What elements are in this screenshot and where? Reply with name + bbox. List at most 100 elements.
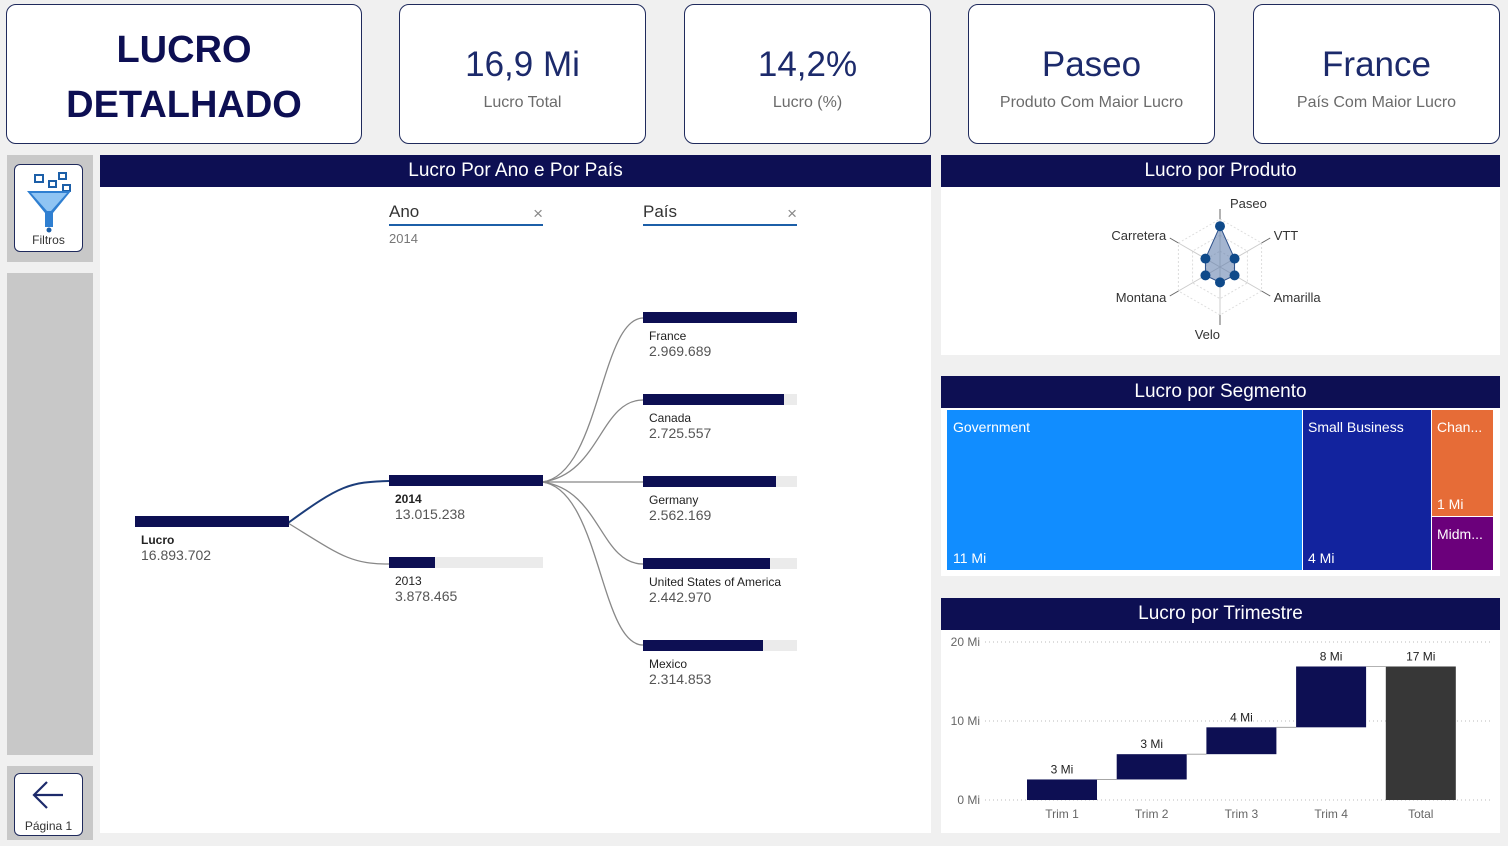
node-label: United States of America [649,575,782,589]
treemap-tile-government[interactable]: Government 11 Mi [947,410,1302,570]
title-card: LUCRO DETALHADO [6,4,362,144]
filters-button[interactable]: Filtros [14,164,83,252]
kpi-value: 16,9 Mi [465,45,580,84]
node-bar-fill [643,640,764,651]
node-label: 2013 [395,574,422,588]
radar-title: Lucro por Produto [941,155,1500,187]
decomposition-tree-panel: Lucro Por Ano e Por País Ano × 2014 País… [100,155,931,833]
radar-axis-label: Montana [1116,290,1167,305]
radar-point-2 [1229,270,1240,281]
tree-node-root[interactable]: Lucro 16.893.702 [135,516,289,563]
radar-label-leader-1 [1261,237,1271,244]
wf-bar-trim-2 [1116,754,1187,780]
node-bar-track [643,394,797,405]
node-value: 2.969.689 [649,343,712,359]
node-value: 13.015.238 [395,506,466,522]
wf-bar-total [1385,666,1456,800]
radar-point-1 [1229,253,1240,264]
radar-point-0 [1215,221,1225,232]
treemap-title: Lucro por Segmento [941,376,1500,408]
kpi-card-lucro-total: 16,9 Mi Lucro Total [399,4,646,144]
kpi-value: 14,2% [757,45,858,84]
node-bar-track [643,558,797,569]
radar-point-3 [1215,277,1225,288]
node-label: Germany [649,493,699,507]
node-value: 2.562.169 [649,507,712,523]
treemap-tile-midmarket[interactable]: Midm... [1432,517,1493,570]
tree-node-country-united-states-of-america[interactable]: United States of America 2.442.970 [643,558,797,605]
filter-funnel-icon [27,172,71,233]
page-title-line1: LUCRO [116,29,252,71]
tile-label: Chan... [1437,419,1483,435]
kpi-value: Paseo [1041,45,1142,84]
node-bar-track [643,640,797,651]
segment-treemap-panel: Lucro por Segmento Government 11 Mi Smal… [941,376,1500,576]
node-value: 2.314.853 [649,671,712,687]
tree-node-country-germany[interactable]: Germany 2.562.169 [643,476,797,523]
node-value: 2.442.970 [649,589,712,605]
kpi-label: Lucro Total [483,94,562,111]
back-to-page1-button[interactable]: Página 1 [14,773,83,836]
node-label: Canada [649,411,692,425]
radar-axis-label: Paseo [1230,196,1267,211]
kpi-label: Produto Com Maior Lucro [999,94,1184,111]
wf-bar-trim-1 [1027,779,1097,800]
wf-xtick-label: Trim 1 [1045,807,1079,821]
node-bar-track [135,516,289,527]
kpi-card-top-product: Paseo Produto Com Maior Lucro [968,4,1215,144]
radar-axis-label: VTT [1274,228,1299,243]
radar-point-4 [1200,270,1211,281]
wf-data-label: 17 Mi [1406,649,1435,663]
node-label: Lucro [141,533,175,547]
node-bar-fill [135,516,289,527]
tree-node-country-mexico[interactable]: Mexico 2.314.853 [643,640,797,687]
tree-node-country-france[interactable]: France 2.969.689 [643,312,797,359]
tree-node-year-2014[interactable]: 2014 13.015.238 [389,475,543,522]
wf-xtick-label: Trim 2 [1135,807,1169,821]
radar-axis-label: Velo [1195,327,1220,342]
treemap-tile-channel-partners[interactable]: Chan... 1 Mi [1432,410,1493,516]
tile-value: 1 Mi [1437,496,1464,512]
product-radar-panel: Lucro por Produto Paseo VTT Amarilla Velo Mo… [941,155,1500,355]
treemap-tile-small-business[interactable]: Small Business 4 Mi [1303,410,1431,570]
wf-xtick-label: Trim 3 [1225,807,1259,821]
node-bar-fill [643,394,785,405]
node-bar-fill [643,476,776,487]
radar-point-5 [1200,253,1211,264]
node-value: 3.878.465 [395,588,458,604]
node-bar-fill [643,558,770,569]
sidebar: Filtros Página 1 [7,155,93,840]
sidebar-spacer [7,273,93,755]
page1-label: Página 1 [24,819,73,833]
radar-chart: Paseo VTT Amarilla Velo Montana Carretera [1111,196,1321,342]
node-value: 2.725.557 [649,425,712,441]
node-bar-track [389,557,543,568]
kpi-card-top-country: France País Com Maior Lucro [1253,4,1500,144]
radar-label-leader-4 [1169,290,1179,297]
filters-label: Filtros [32,233,65,247]
wf-ytick-label: 0 Mi [957,793,980,807]
wf-ytick-label: 10 Mi [951,714,980,728]
wf-bar-trim-4 [1296,666,1367,728]
wf-xtick-label: Total [1408,807,1433,821]
node-value: 16.893.702 [141,547,212,563]
tile-label: Government [953,419,1031,435]
node-label: Mexico [649,657,688,671]
waterfall-chart: 0 Mi 10 Mi 20 Mi 3 Mi Trim 1 3 Mi Trim 2 4 Mi Tr… [951,635,1493,821]
wf-data-label: 3 Mi [1051,762,1074,776]
radar-label-leader-2 [1261,290,1271,297]
tree-node-year-2013[interactable]: 2013 3.878.465 [389,557,543,604]
wf-data-label: 3 Mi [1140,737,1163,751]
arrow-left-icon [32,781,63,809]
wf-data-label: 4 Mi [1230,710,1253,724]
tile-value: 11 Mi [953,550,987,566]
tile-label: Midm... [1437,526,1483,542]
radar-label-leader-5 [1169,237,1179,244]
tree-node-country-canada[interactable]: Canada 2.725.557 [643,394,797,441]
radar-axis-label: Carretera [1111,228,1167,243]
page-title-line2: DETALHADO [66,84,302,126]
node-bar-fill [643,312,797,323]
kpi-value: France [1322,45,1431,84]
kpi-card-lucro-pct: 14,2% Lucro (%) [684,4,931,144]
page-title: LUCRO DETALHADO [7,23,361,133]
